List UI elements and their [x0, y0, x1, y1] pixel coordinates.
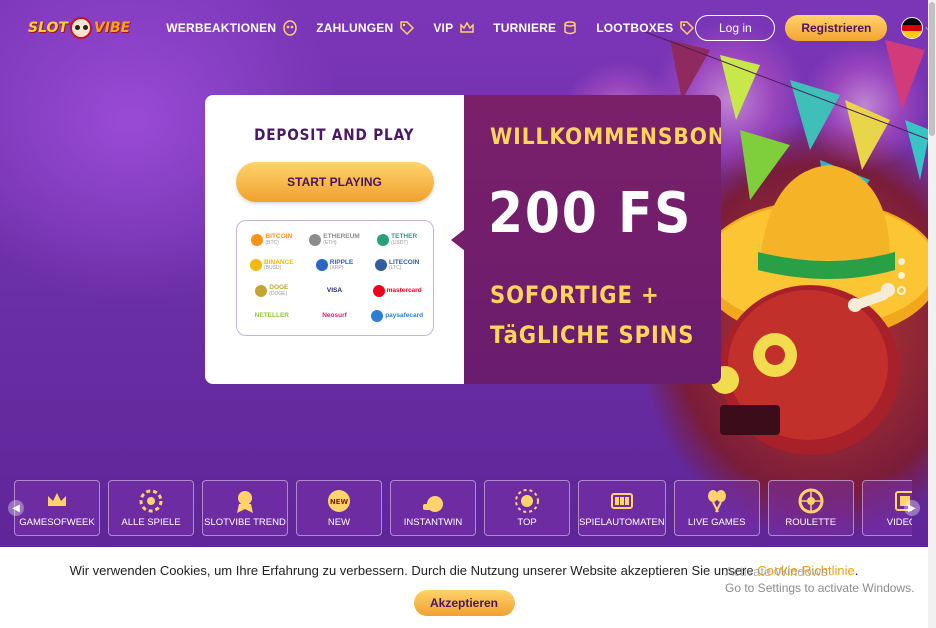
payment-tether: TETHER (USDT): [377, 233, 417, 246]
trend-badge-icon: [237, 491, 253, 513]
card-notch: [451, 229, 465, 251]
skull-logo-icon: [69, 17, 92, 39]
accept-cookies-button[interactable]: Akzeptieren: [413, 590, 515, 616]
crown-icon: [460, 21, 475, 33]
payment-litecoin: LITECOIN (LTC): [374, 259, 419, 272]
coins-icon: [564, 21, 576, 35]
slider-dots: [897, 258, 906, 295]
category-gamesofweek[interactable]: GAMESOFWEEK: [14, 480, 100, 536]
deposit-title: DEPOSIT AND PLAY: [254, 125, 415, 144]
login-button[interactable]: Log in: [695, 15, 776, 41]
category-top[interactable]: TOP: [484, 480, 570, 536]
mastercard-icon: [372, 284, 385, 297]
ethereum-icon: [309, 233, 322, 246]
scrollbar-thumb[interactable]: [929, 2, 935, 136]
payment-methods: BITCOIN (BTC) ETHEREUM (ETH) TETHER (USDT) BIN…: [235, 220, 434, 336]
bitcoin-icon: [251, 233, 264, 246]
tag-icon: [680, 21, 695, 36]
doge-icon: [255, 284, 268, 297]
bonus-line-2: TäGLICHE SPINS: [490, 321, 695, 349]
payment-doge: DOGE (DOGE): [255, 284, 288, 297]
sun-star-icon: [515, 489, 539, 513]
chip-icon: [139, 489, 163, 513]
chevron-left-icon[interactable]: ◀: [8, 500, 24, 516]
category-alle-spiele[interactable]: ALLE SPIELE: [108, 480, 194, 536]
maracas-icon: [707, 490, 726, 513]
german-flag-icon: [901, 17, 924, 39]
bonus-line-1: SOFORTIGE +: [490, 281, 660, 309]
payment-ethereum: ETHEREUM (ETH): [309, 233, 360, 246]
welcome-bonus-panel: WILLKOMMENSBONUS 200 FS SOFORTIGE + TäGL…: [464, 95, 721, 384]
binance-icon: [250, 259, 263, 272]
category-live-games[interactable]: LIVE GAMES: [673, 480, 760, 536]
slotvibe-logo[interactable]: SLOT VIBE: [28, 17, 130, 39]
payment-neosurf: Neosurf: [322, 312, 347, 319]
slider-dot[interactable]: [898, 258, 905, 265]
payment-visa: VISA: [326, 286, 343, 294]
top-header: SLOT VIBE WERBEAKTIONEN ZAHLUNGEN VIP TU…: [0, 0, 933, 56]
nav-zahlungen[interactable]: ZAHLUNGEN: [316, 20, 415, 36]
page-scrollbar[interactable]: [928, 0, 936, 628]
nav-turniere[interactable]: TURNIERE: [493, 20, 578, 36]
payment-bitcoin: BITCOIN (BTC): [251, 233, 292, 246]
chevron-right-icon[interactable]: ▶: [904, 500, 920, 516]
slot-machine-icon: [610, 493, 633, 509]
crown-badge-icon: [48, 493, 66, 506]
category-new[interactable]: NEW NEW: [296, 480, 382, 536]
category-spielautomaten[interactable]: SPIELAUTOMATEN: [578, 480, 666, 536]
tether-icon: [377, 233, 390, 246]
paysafecard-icon: [371, 310, 384, 323]
roulette-wheel-icon: [798, 488, 824, 514]
ripple-icon: [315, 259, 328, 272]
register-button[interactable]: Registrieren: [785, 15, 888, 41]
bonus-title: WILLKOMMENSBONUS: [490, 125, 721, 150]
mask-icon: [283, 20, 297, 36]
category-bar: GAMESOFWEEK ALLE SPIELE SLOTVIBE TREND NEW N…: [14, 480, 912, 536]
payment-mastercard: mastercard: [372, 284, 422, 297]
payment-ripple: RIPPLE (XRP): [315, 259, 353, 272]
deposit-panel: DEPOSIT AND PLAY START PLAYING BITCOIN (B…: [205, 95, 464, 384]
main-nav: WERBEAKTIONEN ZAHLUNGEN VIP TURNIERE LOO…: [166, 20, 695, 36]
category-instantwin[interactable]: INSTANTWIN: [390, 480, 476, 536]
litecoin-icon: [374, 259, 387, 272]
nav-vip[interactable]: VIP: [433, 20, 475, 36]
sombrero-skull-illustration: [700, 165, 930, 455]
money-bag-icon: [423, 496, 443, 512]
slider-dot[interactable]: [898, 272, 905, 279]
windows-activation-watermark: Activate Windows Go to Settings to activ…: [725, 564, 915, 595]
nav-lootboxes[interactable]: LOOTBOXES: [596, 20, 695, 36]
bonus-amount: 200 FS: [488, 181, 693, 246]
tag-icon: [400, 21, 415, 36]
category-roulette[interactable]: ROULETTE: [767, 480, 854, 536]
slider-dot-active[interactable]: [897, 286, 906, 295]
payment-binance: BINANCE (BUSD): [250, 259, 294, 272]
new-badge-icon: NEW: [328, 490, 350, 512]
header-actions: Log in Registrieren ⌵: [695, 15, 933, 41]
category-slotvibe-trend[interactable]: SLOTVIBE TREND: [202, 480, 288, 536]
payment-neteller: NETELLER: [254, 312, 289, 319]
svg-text:NEW: NEW: [330, 498, 349, 506]
start-playing-button[interactable]: START PLAYING: [235, 162, 434, 202]
nav-werbeaktionen[interactable]: WERBEAKTIONEN: [166, 20, 298, 36]
payment-paysafecard: paysafecard: [371, 310, 423, 323]
